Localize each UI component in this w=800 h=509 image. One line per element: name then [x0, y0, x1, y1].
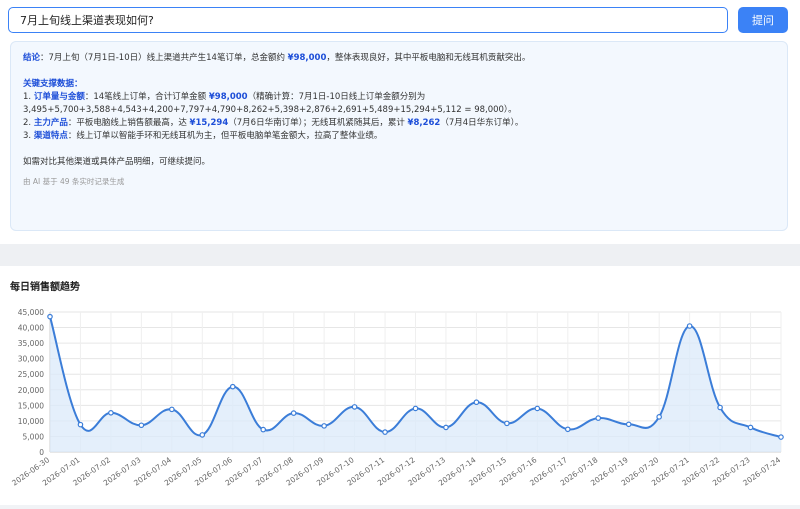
y-tick-label: 35,000: [18, 339, 44, 348]
closing-text: 如需对比其他渠道或具体产品明细，可继续提问。: [23, 157, 211, 167]
conclusion-line: 结论：7月上旬（7月1日-10日）线上渠道共产生14笔订单，总金额约 ¥98,0…: [23, 53, 531, 63]
support-item-1-detail: 3,495+5,700+3,588+4,543+4,200+7,797+4,79…: [23, 105, 517, 115]
data-point: [778, 434, 784, 440]
conclusion-label: 结论: [23, 53, 41, 63]
y-tick-label: 5,000: [23, 432, 45, 441]
data-point: [412, 405, 419, 412]
data-point: [504, 420, 510, 427]
data-point: [534, 405, 541, 412]
data-point: [351, 404, 358, 410]
data-point: [169, 406, 175, 413]
data-point: [138, 422, 145, 429]
ask-button[interactable]: 提问: [738, 7, 788, 33]
data-point: [290, 410, 297, 416]
data-point: [108, 410, 114, 416]
data-point: [229, 383, 236, 390]
support-heading: 关键支撑数据：: [23, 79, 83, 89]
y-tick-label: 0: [39, 448, 44, 457]
question-input[interactable]: [8, 7, 728, 33]
y-tick-label: 40,000: [18, 324, 44, 333]
y-tick-label: 10,000: [18, 417, 44, 426]
data-point: [47, 313, 53, 320]
data-point: [747, 424, 754, 431]
y-tick-label: 45,000: [18, 308, 44, 317]
data-point: [656, 414, 662, 420]
daily-sales-chart: 0 5,000 10,000 15,000 20,000 25,000 30,000 35,0…: [10, 308, 784, 488]
data-point: [382, 429, 388, 435]
data-point: [595, 415, 602, 421]
y-tick-label: 20,000: [18, 386, 44, 395]
section-divider: [0, 244, 800, 266]
data-point: [473, 399, 480, 406]
data-point: [321, 423, 327, 429]
support-item-3: 3. 渠道特点：线上订单以智能手环和无线耳机为主，但平板电脑单笔金额大，拉高了整…: [23, 131, 383, 141]
support-item-2: 2. 主力产品：平板电脑线上销售额最高，达 ¥15,294（7月6日华南订单）；…: [23, 118, 524, 128]
data-point: [199, 432, 206, 438]
query-panel: 提问 结论：7月上旬（7月1日-10日）线上渠道共产生14笔订单，总金额约 ¥9…: [0, 0, 800, 244]
data-point: [625, 421, 632, 428]
y-tick-label: 15,000: [18, 401, 44, 410]
total-amount: ¥98,000: [287, 53, 327, 63]
y-tick-label: 30,000: [18, 355, 44, 364]
support-item-1: 1. 订单量与金额：14笔线上订单，合计订单金额 ¥98,000（精确计算：7月…: [23, 92, 426, 102]
y-tick-label: 25,000: [18, 370, 44, 379]
data-point: [564, 426, 571, 433]
data-point: [443, 424, 449, 431]
data-point: [717, 404, 723, 411]
ai-generated-note: 由 AI 基于 49 条实时记录生成: [23, 177, 125, 186]
chart-title: 每日销售额趋势: [10, 282, 80, 293]
ai-answer-card: 结论：7月上旬（7月1日-10日）线上渠道共产生14笔订单，总金额约 ¥98,0…: [10, 41, 788, 231]
data-point: [77, 421, 84, 428]
data-point: [260, 426, 267, 433]
chart-panel: 每日销售额趋势 0 5,000 10,000 15,000 20,000 25,000 30…: [0, 266, 800, 505]
data-point: [686, 323, 693, 329]
